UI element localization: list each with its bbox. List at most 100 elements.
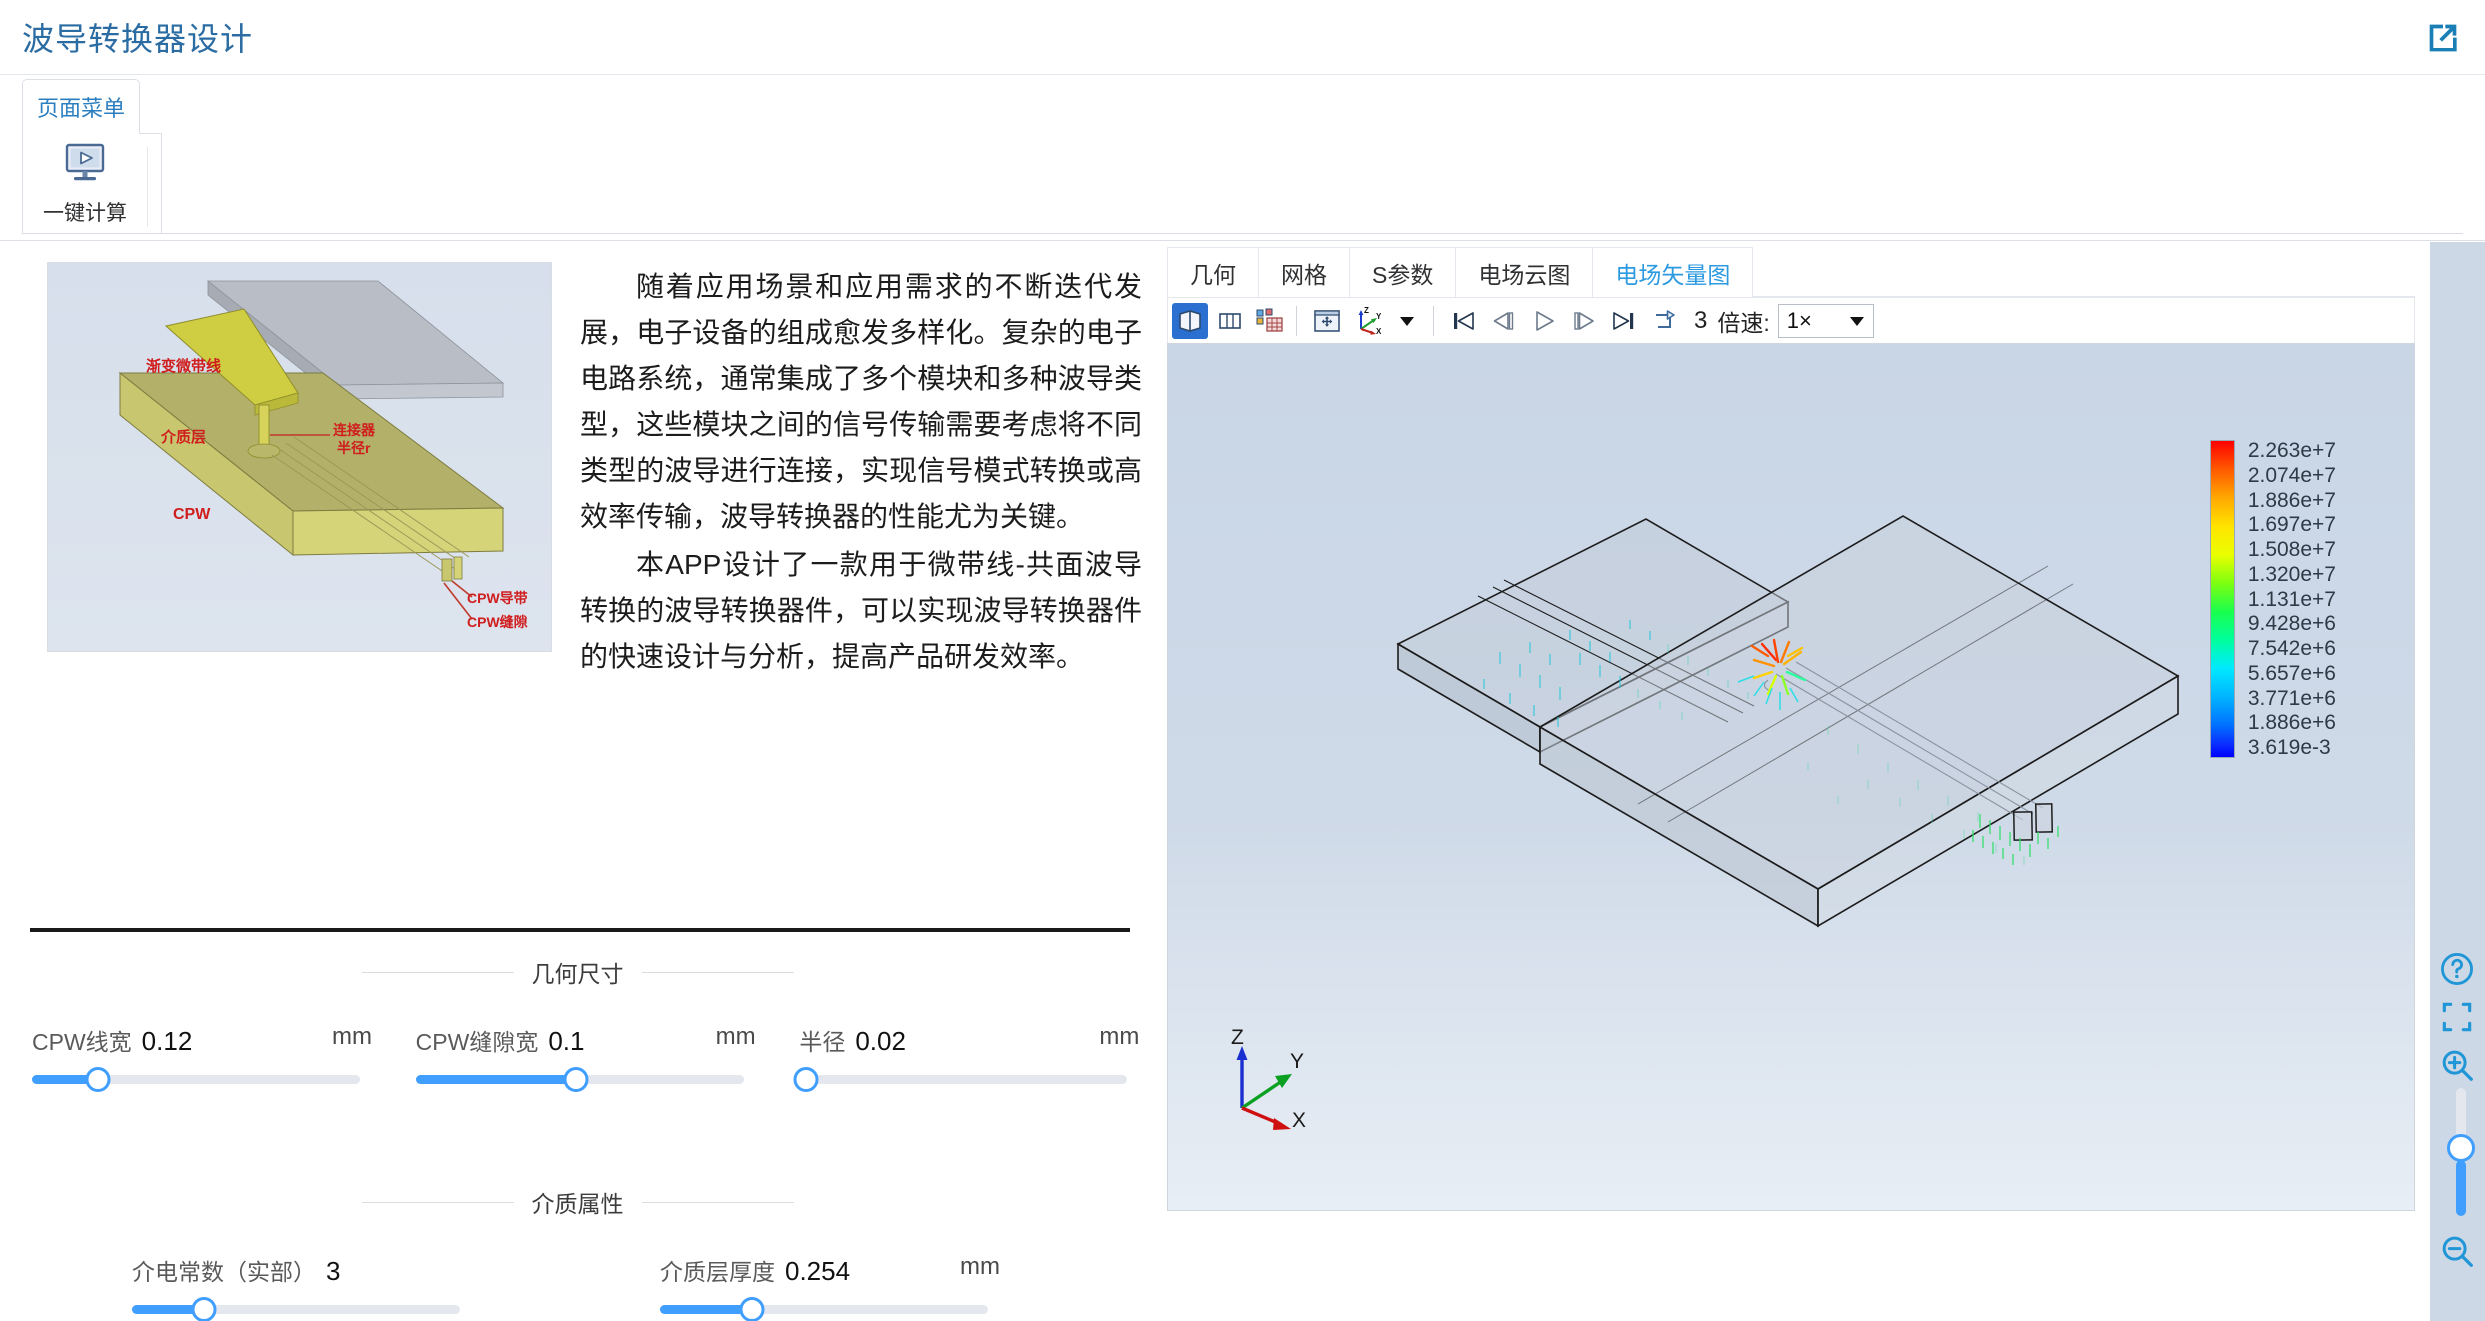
field-cpw-gap-width: CPW缝隙宽 0.1 mm <box>415 1023 772 1092</box>
field-permittivity-head: 介电常数（实部） 3 <box>132 1253 492 1286</box>
slider-substrate-thickness[interactable] <box>660 1297 988 1321</box>
field-substrate-thickness-value[interactable]: 0.254 <box>785 1256 850 1287</box>
field-radius-label: 半径 <box>799 1029 846 1055</box>
field-cpw-gap-width-unit: mm <box>715 1023 756 1050</box>
zoom-slider[interactable] <box>2447 1088 2475 1216</box>
slider-cpw-line-width-thumb[interactable] <box>85 1067 111 1092</box>
slider-permittivity[interactable] <box>132 1297 460 1321</box>
section-geometry-fields: CPW线宽 0.12 mm CPW缝隙宽 0.1 mm 半径 0.02 mm <box>0 1023 1155 1092</box>
play-icon[interactable] <box>1526 303 1562 339</box>
slider-cpw-gap-width[interactable] <box>415 1067 744 1092</box>
monitor-play-icon <box>62 142 108 191</box>
legend-value: 7.542e+6 <box>2247 637 2336 660</box>
zoom-in-icon[interactable] <box>2438 1046 2476 1089</box>
description-text: 随着应用场景和应用需求的不断迭代发展，电子设备的组成愈发多样化。复杂的电子电路系… <box>580 264 1142 672</box>
frame-number: 3 <box>1694 306 1708 334</box>
title-bar: 波导转换器设计 <box>0 0 2485 75</box>
tab-efield-vector[interactable]: 电场矢量图 <box>1592 247 1754 297</box>
svg-text:介质层: 介质层 <box>160 428 206 446</box>
legend-value: 1.697e+7 <box>2247 513 2336 537</box>
toolbar-separator-1 <box>1296 305 1297 336</box>
zoom-slider-thumb[interactable] <box>2447 1134 2475 1162</box>
divider-line-right <box>641 1201 794 1203</box>
axis-label-z: Z <box>1231 1026 1244 1049</box>
field-cpw-gap-width-value[interactable]: 0.1 <box>548 1026 584 1057</box>
speed-select-value: 1× <box>1786 307 1812 333</box>
field-permittivity-value[interactable]: 3 <box>326 1256 340 1287</box>
3d-viewport[interactable]: 2.263e+7 2.074e+7 1.886e+7 1.697e+7 1.50… <box>1167 343 2415 1211</box>
divider-line-left <box>361 971 514 973</box>
field-permittivity-label: 介电常数（实部） <box>132 1259 316 1285</box>
skip-to-end-icon[interactable] <box>1606 303 1642 339</box>
section-frequency-header: 频率设置 <box>0 1317 1155 1321</box>
chevron-down-icon[interactable] <box>1389 303 1425 339</box>
tab-s-parameters[interactable]: S参数 <box>1349 247 1457 297</box>
loop-icon[interactable] <box>1646 303 1682 339</box>
field-cpw-line-width-value[interactable]: 0.12 <box>142 1026 193 1057</box>
svg-text:连接器: 连接器 <box>333 422 376 438</box>
viewer-toolbar: Z Y X 3 倍速: 1× <box>1167 298 2415 344</box>
tab-page-menu-label: 页面菜单 <box>36 96 125 121</box>
section-frequency-title: 频率设置 <box>532 1315 624 1321</box>
description-paragraph-1: 随着应用场景和应用需求的不断迭代发展，电子设备的组成愈发多样化。复杂的电子电路系… <box>580 271 1142 532</box>
slider-cpw-gap-width-thumb[interactable] <box>563 1067 589 1092</box>
step-forward-icon[interactable] <box>1566 303 1602 339</box>
legend-value: 9.428e+6 <box>2247 612 2336 636</box>
divider-line-right <box>641 971 794 973</box>
axis-label-y: Y <box>1290 1050 1304 1073</box>
section-divider-rule <box>30 928 1130 932</box>
page-title: 波导转换器设计 <box>22 21 254 57</box>
svg-text:半径r: 半径r <box>337 440 371 456</box>
skip-to-start-icon[interactable] <box>1446 303 1482 339</box>
legend-value: 1.508e+7 <box>2247 538 2336 561</box>
slider-substrate-thickness-fill <box>660 1305 752 1314</box>
zoom-out-icon[interactable] <box>2438 1232 2476 1275</box>
legend-value: 3.771e+6 <box>2247 686 2336 710</box>
divider-line-left <box>361 1201 514 1203</box>
compute-button[interactable]: 一键计算 <box>30 142 140 232</box>
legend-value: 1.886e+6 <box>2247 711 2336 735</box>
tab-mesh[interactable]: 网格 <box>1258 247 1350 297</box>
axis-orientation-icon[interactable]: Z Y X <box>1349 303 1385 339</box>
color-legend-bar <box>2209 440 2235 758</box>
speed-select[interactable]: 1× <box>1777 303 1874 338</box>
mesh-cube-icon[interactable] <box>1252 303 1288 339</box>
slider-radius-thumb[interactable] <box>793 1067 819 1092</box>
step-backward-icon[interactable] <box>1486 303 1522 339</box>
fit-to-screen-icon[interactable] <box>2438 998 2476 1041</box>
tab-geometry[interactable]: 几何 <box>1167 247 1259 297</box>
section-dielectric-title: 介质属性 <box>531 1191 624 1217</box>
field-radius-unit: mm <box>1099 1023 1140 1050</box>
tab-efield-contour[interactable]: 电场云图 <box>1455 247 1594 297</box>
legend-value: 1.320e+7 <box>2247 562 2336 586</box>
section-geometry-title: 几何尺寸 <box>531 961 624 987</box>
external-link-icon[interactable] <box>2423 18 2463 58</box>
wireframe-view-icon[interactable] <box>1212 303 1248 339</box>
axis-label-x: X <box>1292 1109 1306 1132</box>
svg-text:CPW缝隙: CPW缝隙 <box>467 614 528 630</box>
legend-value: 1.886e+7 <box>2247 488 2336 512</box>
pan-zoom-icon[interactable] <box>1309 303 1345 339</box>
field-cpw-line-width-unit: mm <box>332 1023 372 1050</box>
app-root: 波导转换器设计 页面菜单 一键计算 渐变微带线 介质层 CPW 连接器 半径r … <box>0 0 2485 1321</box>
ribbon-empty-area <box>162 133 2463 234</box>
slider-cpw-line-width[interactable] <box>32 1067 360 1092</box>
color-legend-labels: 2.263e+7 2.074e+7 1.886e+7 1.697e+7 1.50… <box>2248 440 2336 758</box>
shaded-view-icon[interactable] <box>1172 302 1208 339</box>
field-permittivity: 介电常数（实部） 3 <box>132 1253 492 1321</box>
help-circle-icon[interactable] <box>2438 950 2476 993</box>
legend-value: 5.657e+6 <box>2247 661 2336 685</box>
svg-text:CPW: CPW <box>173 506 211 523</box>
svg-text:Y: Y <box>1376 312 1382 321</box>
tab-page-menu[interactable]: 页面菜单 <box>22 79 140 134</box>
slider-radius[interactable] <box>793 1067 1128 1092</box>
legend-value: 1.131e+7 <box>2247 587 2336 611</box>
svg-text:CPW导带: CPW导带 <box>467 590 528 606</box>
result-panel: 几何 网格 S参数 电场云图 电场矢量图 Z Y X 3 倍速: 1× 2.26… <box>1155 242 2430 1321</box>
field-radius-value[interactable]: 0.02 <box>855 1026 906 1057</box>
axis-triad: Z Y X <box>1220 1026 1340 1136</box>
section-geometry-header: 几何尺寸 <box>0 957 1155 987</box>
viewport-edge-tools <box>2430 950 2485 1280</box>
color-legend: 2.263e+7 2.074e+7 1.886e+7 1.697e+7 1.50… <box>2209 440 2336 758</box>
field-cpw-gap-width-label: CPW缝隙宽 <box>415 1029 539 1055</box>
